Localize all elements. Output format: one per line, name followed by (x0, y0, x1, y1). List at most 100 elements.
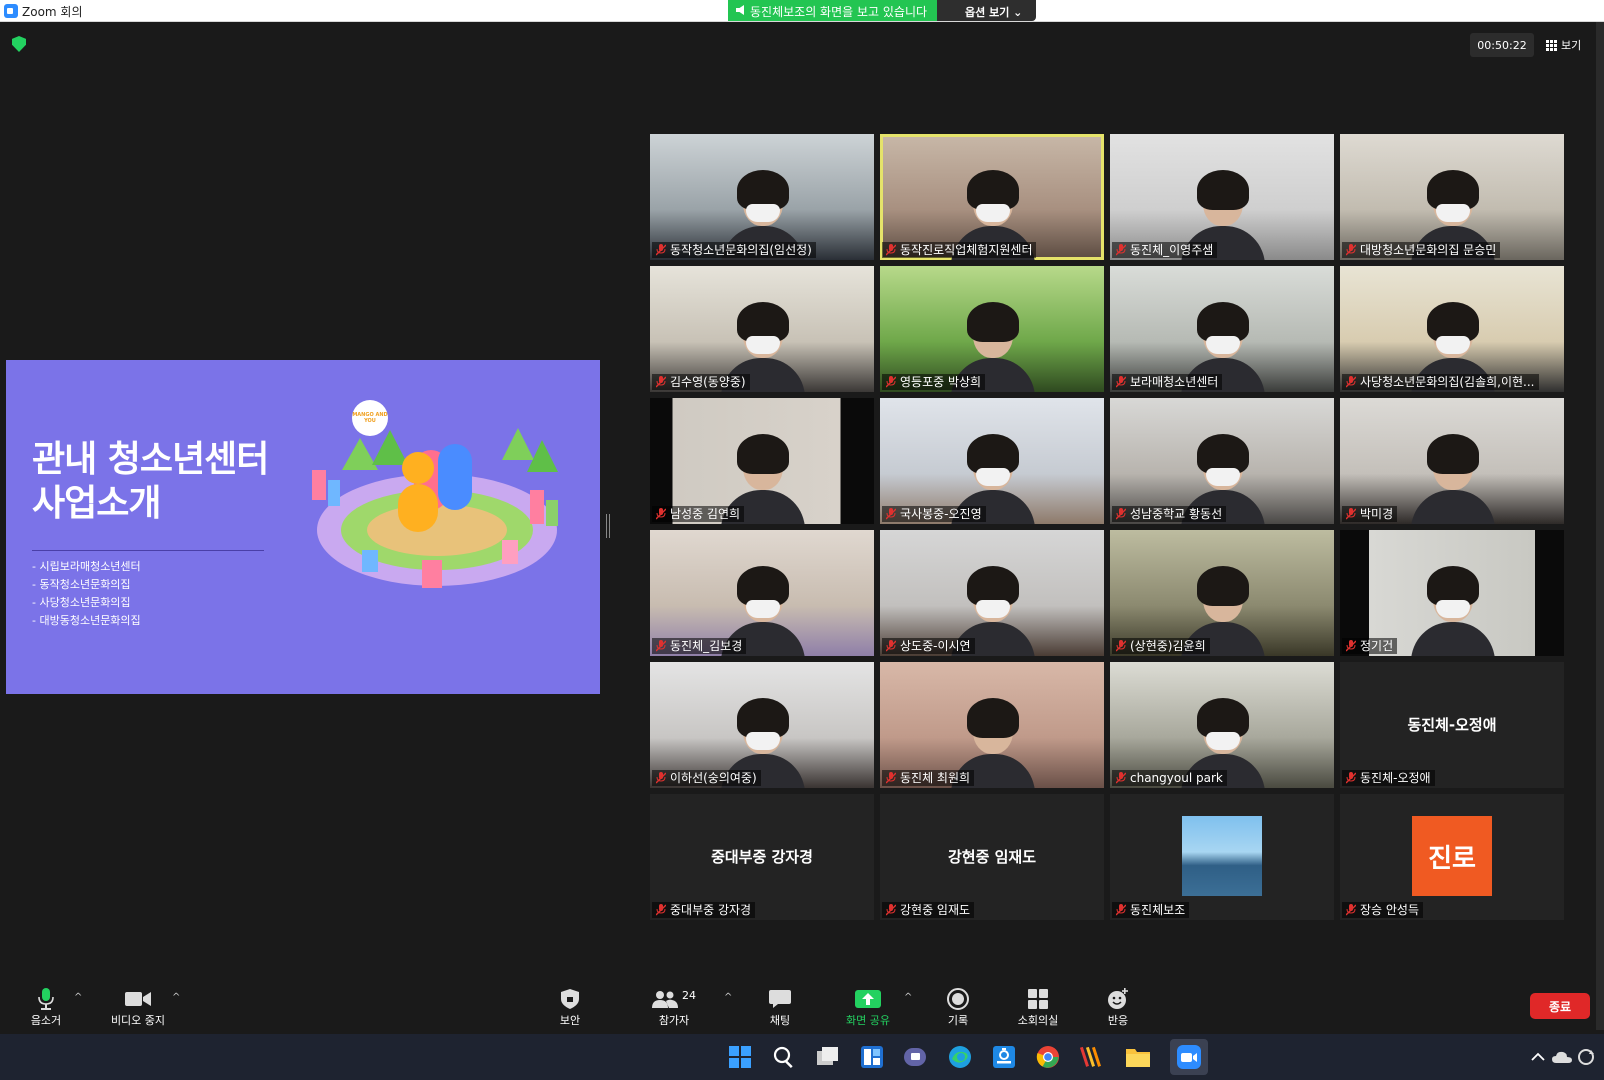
meeting-toolbar: 음소거 ^ 비디오 중지 ^ 보안 24 참가자 ^ 채팅 화면 공유 ^ 기록… (0, 976, 1596, 1032)
participant-name: 동진체보조 (1130, 903, 1186, 917)
participant-tile[interactable]: 동작진로직업체험지원센터 (880, 134, 1104, 260)
participant-tile[interactable]: 상도중-이시연 (880, 530, 1104, 656)
search-icon[interactable] (770, 1043, 798, 1071)
share-screen-icon (855, 988, 881, 1010)
participant-tile[interactable]: 국사봉중-오진영 (880, 398, 1104, 524)
view-layout-label: 보기 (1561, 39, 1582, 52)
participant-name: 보라매청소년센터 (1130, 375, 1219, 389)
participant-tile[interactable]: 김수영(동양중) (650, 266, 874, 392)
mic-muted-icon (1116, 376, 1126, 388)
participant-name: 동작청소년문화의집(임선정) (670, 243, 812, 257)
participant-display-name: 동진체-오정애 (1407, 716, 1497, 734)
participant-name-tag: changyoul park (1112, 770, 1227, 786)
participant-name-tag: 강현중 임재도 (882, 902, 975, 918)
edge-browser-icon[interactable] (946, 1043, 974, 1071)
mic-muted-icon (656, 640, 666, 652)
reactions-button[interactable]: 반응 (1078, 988, 1158, 1028)
participant-name-tag: 국사봉중-오진영 (882, 506, 986, 522)
participant-video-feed (1407, 566, 1497, 656)
split-view-resize-handle[interactable] (606, 514, 610, 538)
participant-tile[interactable]: 동진체-오정애 동진체-오정애 (1340, 662, 1564, 788)
participant-tile[interactable]: 보라매청소년센터 (1110, 266, 1334, 392)
reactions-label: 반응 (1107, 1014, 1129, 1027)
participant-name: 장승 안성득 (1360, 903, 1420, 917)
window-title: Zoom 회의 (22, 5, 83, 19)
file-explorer-icon[interactable] (1124, 1043, 1152, 1071)
mic-muted-icon (1346, 376, 1356, 388)
participant-tile[interactable]: 영등포중 박상희 (880, 266, 1104, 392)
video-camera-icon (125, 988, 151, 1010)
share-screen-button[interactable]: 화면 공유 (828, 988, 908, 1028)
slide-list-item: 동작청소년문화의집 (32, 576, 141, 594)
end-meeting-button[interactable]: 종료 (1530, 993, 1590, 1019)
share-options-caret[interactable]: ^ (904, 992, 912, 1003)
participant-name: 박미경 (1360, 507, 1394, 521)
participant-tile[interactable]: 동진체보조 (1110, 794, 1334, 920)
view-options-button[interactable]: 옵션 보기 ⌄ (937, 0, 1037, 21)
participants-button[interactable]: 24 참가자 (634, 988, 714, 1028)
participant-tile[interactable]: 이하선(숭의여중) (650, 662, 874, 788)
widgets-icon[interactable] (858, 1043, 886, 1071)
participant-tile[interactable]: changyoul park (1110, 662, 1334, 788)
mic-muted-icon (656, 508, 666, 520)
stop-video-button[interactable]: 비디오 중지 (98, 988, 178, 1028)
participant-tile[interactable]: 동작청소년문화의집(임선정) (650, 134, 874, 260)
participant-tile[interactable]: 강현중 임재도 강현중 임재도 (880, 794, 1104, 920)
security-shield-icon[interactable] (12, 36, 26, 52)
participant-tile[interactable]: 성남중학교 황동선 (1110, 398, 1334, 524)
city-illustration (312, 428, 558, 588)
task-view-icon[interactable] (814, 1043, 842, 1071)
view-layout-button[interactable]: 보기 (1546, 33, 1581, 57)
participant-tile[interactable]: 중대부중 강자경 중대부중 강자경 (650, 794, 874, 920)
zoom-taskbar-icon[interactable] (1175, 1043, 1203, 1071)
security-button[interactable]: 보안 (530, 988, 610, 1028)
speaker-icon (736, 5, 744, 15)
breakout-rooms-button[interactable]: 소회의실 (998, 988, 1078, 1028)
teams-chat-icon[interactable] (902, 1043, 930, 1071)
participant-tile[interactable]: 진로 장승 안성득 (1340, 794, 1564, 920)
participant-name: 동작진로직업체험지원센터 (900, 243, 1033, 257)
record-button[interactable]: 기록 (918, 988, 998, 1028)
video-options-caret[interactable]: ^ (172, 992, 180, 1003)
stripes-app-icon[interactable] (1078, 1043, 1106, 1071)
mic-muted-icon (886, 508, 896, 520)
breakout-rooms-icon (1028, 988, 1048, 1010)
windows-start-icon[interactable] (726, 1043, 754, 1071)
sync-icon[interactable] (1572, 1043, 1600, 1071)
mic-muted-icon (1346, 508, 1356, 520)
participant-name: (상현중)김윤희 (1130, 639, 1206, 653)
participant-tile[interactable]: 동진체_김보경 (650, 530, 874, 656)
chrome-browser-icon[interactable] (1034, 1043, 1062, 1071)
shield-icon (561, 988, 579, 1010)
screen-share-banner: 동진체보조의 화면을 보고 있습니다 옵션 보기 ⌄ (728, 0, 1037, 21)
mic-muted-icon (886, 640, 896, 652)
mic-muted-icon (656, 904, 666, 916)
emoji-plus-icon (1107, 988, 1129, 1010)
participant-display-name: 중대부중 강자경 (711, 848, 813, 866)
chat-button[interactable]: 채팅 (740, 988, 820, 1028)
mute-label: 음소거 (30, 1014, 62, 1027)
participant-tile[interactable]: (상현중)김윤희 (1110, 530, 1334, 656)
participant-tile[interactable]: 동진체 최원희 (880, 662, 1104, 788)
window-scrollbar[interactable] (1596, 22, 1604, 1030)
participant-name-tag: 영등포중 박상희 (882, 374, 986, 390)
participant-name: 사당청소년문화의집(김솔희,이현... (1360, 375, 1535, 389)
participant-name: 김수영(동양중) (670, 375, 746, 389)
hwp-office-icon[interactable] (990, 1043, 1018, 1071)
participant-tile[interactable]: 대방청소년문화의집 문승민 (1340, 134, 1564, 260)
mic-muted-icon (1116, 244, 1126, 256)
participant-tile[interactable]: 동진체_이영주샘 (1110, 134, 1334, 260)
participants-options-caret[interactable]: ^ (724, 992, 732, 1003)
participant-tile[interactable]: 사당청소년문화의집(김솔희,이현... (1340, 266, 1564, 392)
slide-list-item: 사당청소년문화의집 (32, 594, 141, 612)
audio-options-caret[interactable]: ^ (74, 992, 82, 1003)
participant-name-tag: 사당청소년문화의집(김솔희,이현... (1342, 374, 1539, 390)
participants-label: 참가자 (658, 1014, 690, 1027)
mic-muted-icon (656, 244, 666, 256)
participant-display-name: 강현중 임재도 (947, 848, 1037, 866)
participant-tile[interactable]: 박미경 (1340, 398, 1564, 524)
chat-label: 채팅 (769, 1014, 791, 1027)
participant-tile[interactable]: 남성중 김연희 (650, 398, 874, 524)
participant-avatar (1182, 816, 1262, 896)
participant-tile[interactable]: 정기건 (1340, 530, 1564, 656)
